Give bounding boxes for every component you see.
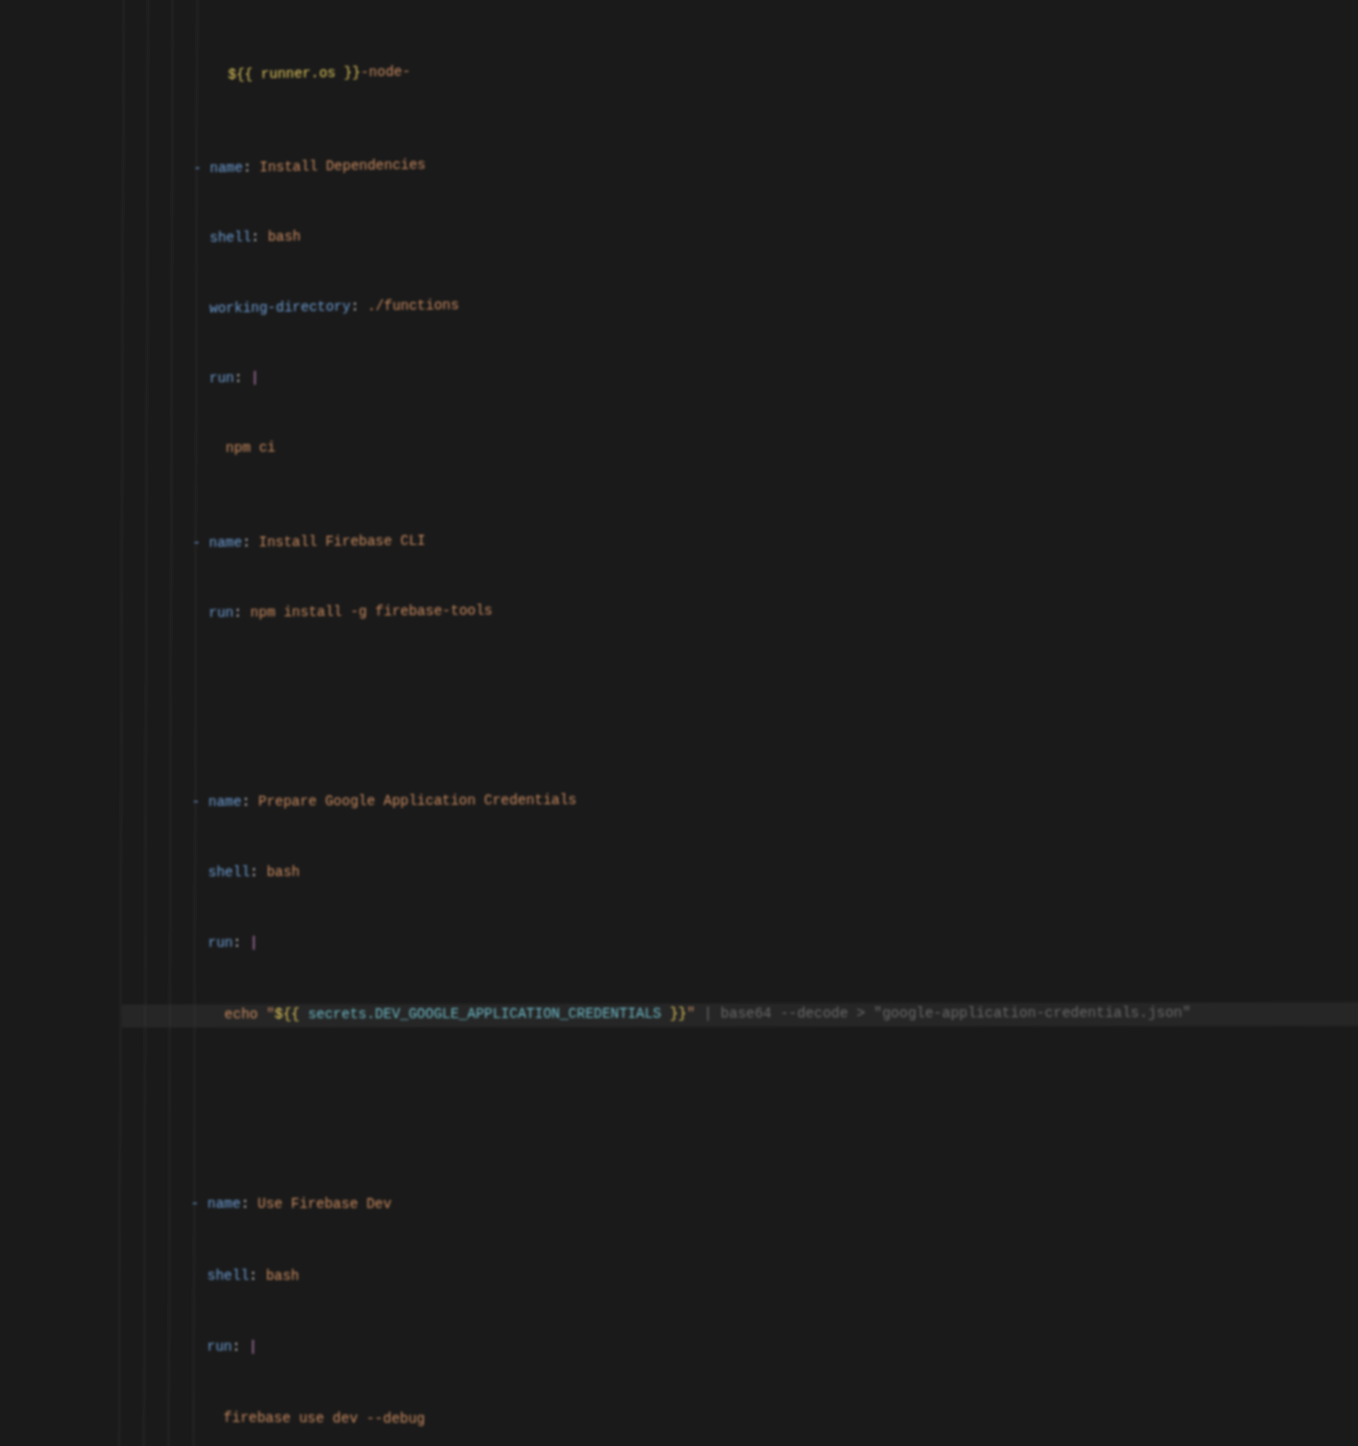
code-line: shell: bash bbox=[121, 1265, 1358, 1293]
code-line: working-directory: ./functions bbox=[124, 282, 1358, 323]
code-line: shell: bash bbox=[122, 857, 1358, 886]
code-line: npm ci bbox=[124, 425, 1358, 463]
code-line: run: | bbox=[122, 930, 1358, 957]
code-line: - name: Install Firebase CLI bbox=[123, 521, 1358, 557]
code-line: run: | bbox=[124, 353, 1358, 393]
code-line: firebase use dev --debug bbox=[121, 1408, 1358, 1439]
blank-line bbox=[122, 1099, 1358, 1123]
code-editor[interactable]: ${{ runner.os }}-node- - name: Install D… bbox=[0, 0, 1358, 1446]
code-line: - name: Use Firebase Dev bbox=[121, 1194, 1358, 1220]
code-line: - name: Install Dependencies bbox=[124, 139, 1358, 183]
code-line: shell: bash bbox=[124, 210, 1358, 252]
code-line: - name: Prepare Google Application Crede… bbox=[123, 785, 1358, 815]
code-line: run: | bbox=[121, 1336, 1358, 1365]
code-line-highlight: echo "${{ secrets.DEV_GOOGLE_APPLICATION… bbox=[122, 1002, 1358, 1028]
code-content: ${{ runner.os }}-node- - name: Install D… bbox=[118, 0, 1358, 1446]
blank-line bbox=[123, 689, 1358, 722]
code-line: run: npm install -g firebase-tools bbox=[123, 593, 1358, 628]
code-line: ${{ runner.os }}-node- bbox=[125, 44, 1358, 90]
